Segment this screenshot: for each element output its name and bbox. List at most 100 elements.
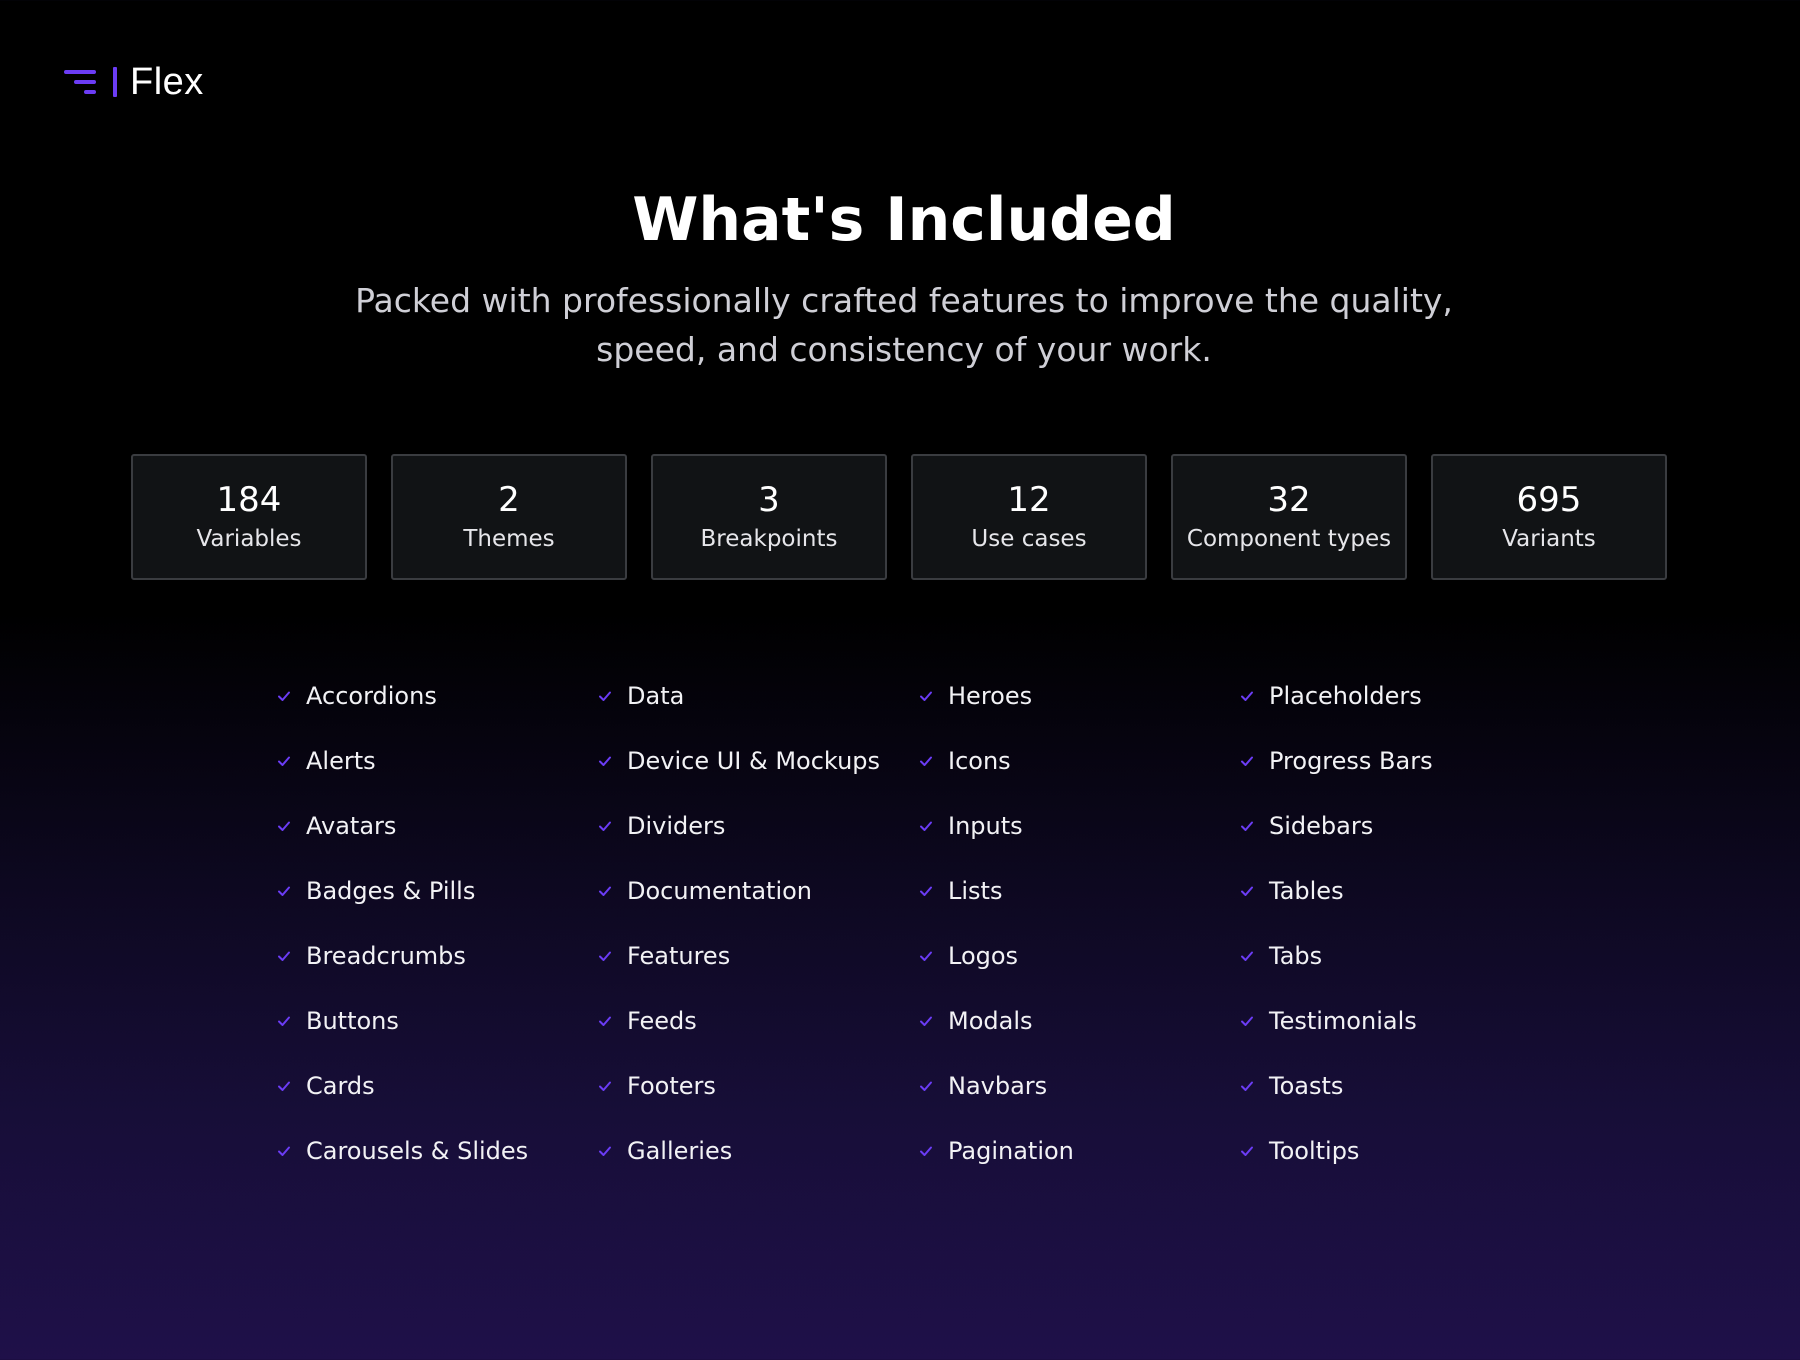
check-icon: [1241, 951, 1253, 961]
feature-item: Tooltips: [1240, 1125, 1561, 1177]
check-icon: [920, 1081, 932, 1091]
brand-logo[interactable]: Flex: [64, 62, 204, 102]
feature-label: Navbars: [948, 1072, 1048, 1100]
logo-mark-icon: [64, 67, 117, 97]
feature-label: Logos: [948, 942, 1019, 970]
check-icon: [278, 1081, 290, 1091]
feature-item: Inputs: [919, 800, 1240, 852]
feature-item: Logos: [919, 930, 1240, 982]
feature-label: Progress Bars: [1269, 747, 1433, 775]
page-title: What's Included: [632, 185, 1176, 255]
feature-item: Footers: [598, 1060, 919, 1112]
stat-value: 2: [498, 480, 520, 520]
feature-item: Placeholders: [1240, 670, 1561, 722]
check-icon: [599, 1146, 611, 1156]
feature-item: Cards: [277, 1060, 598, 1112]
check-icon: [278, 1146, 290, 1156]
features-grid: Accordions Alerts Avatars Badges & Pills Bre…: [277, 670, 1561, 1190]
check-icon: [920, 951, 932, 961]
feature-label: Avatars: [306, 812, 397, 840]
check-icon: [278, 821, 290, 831]
feature-label: Breadcrumbs: [306, 942, 466, 970]
feature-label: Sidebars: [1269, 812, 1374, 840]
feature-label: Device UI & Mockups: [627, 747, 881, 775]
check-icon: [1241, 821, 1253, 831]
stat-card-breakpoints: 3 Breakpoints: [651, 454, 887, 580]
feature-item: Carousels & Slides: [277, 1125, 598, 1177]
check-icon: [599, 886, 611, 896]
check-icon: [920, 821, 932, 831]
stat-label: Variants: [1502, 526, 1596, 552]
check-icon: [599, 691, 611, 701]
feature-item: Pagination: [919, 1125, 1240, 1177]
check-icon: [599, 951, 611, 961]
stat-card-use-cases: 12 Use cases: [911, 454, 1147, 580]
stat-value: 32: [1267, 480, 1311, 520]
feature-label: Placeholders: [1269, 682, 1422, 710]
feature-item: Progress Bars: [1240, 735, 1561, 787]
check-icon: [920, 1016, 932, 1026]
feature-item: Sidebars: [1240, 800, 1561, 852]
check-icon: [1241, 1016, 1253, 1026]
check-icon: [599, 1081, 611, 1091]
check-icon: [599, 756, 611, 766]
stat-card-variables: 184 Variables: [131, 454, 367, 580]
feature-label: Pagination: [948, 1137, 1074, 1165]
check-icon: [920, 1146, 932, 1156]
stat-label: Themes: [463, 526, 555, 552]
check-icon: [1241, 756, 1253, 766]
feature-label: Documentation: [627, 877, 813, 905]
feature-label: Features: [627, 942, 731, 970]
stat-value: 12: [1007, 480, 1051, 520]
feature-item: Lists: [919, 865, 1240, 917]
stat-value: 184: [216, 480, 282, 520]
stat-card-themes: 2 Themes: [391, 454, 627, 580]
brand-name: Flex: [130, 61, 204, 103]
feature-label: Feeds: [627, 1007, 697, 1035]
feature-label: Modals: [948, 1007, 1033, 1035]
page-subtitle: Packed with professionally crafted featu…: [355, 281, 1453, 369]
feature-item: Feeds: [598, 995, 919, 1047]
feature-label: Footers: [627, 1072, 716, 1100]
feature-item: Alerts: [277, 735, 598, 787]
feature-label: Heroes: [948, 682, 1033, 710]
feature-item: Accordions: [277, 670, 598, 722]
stat-label: Breakpoints: [700, 526, 838, 552]
hero-section: What's Included Packed with professional…: [0, 184, 1800, 374]
check-icon: [1241, 691, 1253, 701]
feature-label: Carousels & Slides: [306, 1137, 529, 1165]
stat-label: Variables: [196, 526, 302, 552]
feature-label: Inputs: [948, 812, 1023, 840]
feature-item: Buttons: [277, 995, 598, 1047]
feature-label: Tooltips: [1269, 1137, 1360, 1165]
stat-label: Use cases: [971, 526, 1087, 552]
feature-item: Navbars: [919, 1060, 1240, 1112]
feature-label: Alerts: [306, 747, 376, 775]
feature-label: Icons: [948, 747, 1011, 775]
check-icon: [278, 691, 290, 701]
check-icon: [920, 886, 932, 896]
check-icon: [278, 756, 290, 766]
check-icon: [1241, 1146, 1253, 1156]
check-icon: [920, 691, 932, 701]
feature-item: Documentation: [598, 865, 919, 917]
check-icon: [1241, 886, 1253, 896]
feature-item: Toasts: [1240, 1060, 1561, 1112]
feature-item: Dividers: [598, 800, 919, 852]
check-icon: [278, 1016, 290, 1026]
check-icon: [1241, 1081, 1253, 1091]
feature-label: Tables: [1269, 877, 1344, 905]
check-icon: [599, 1016, 611, 1026]
feature-label: Accordions: [306, 682, 437, 710]
feature-label: Dividers: [627, 812, 726, 840]
feature-item: Badges & Pills: [277, 865, 598, 917]
feature-label: Testimonials: [1269, 1007, 1417, 1035]
feature-label: Tabs: [1269, 942, 1323, 970]
feature-item: Icons: [919, 735, 1240, 787]
check-icon: [599, 821, 611, 831]
feature-label: Buttons: [306, 1007, 399, 1035]
feature-label: Data: [627, 682, 685, 710]
feature-item: Tables: [1240, 865, 1561, 917]
feature-item: Avatars: [277, 800, 598, 852]
feature-item: Testimonials: [1240, 995, 1561, 1047]
